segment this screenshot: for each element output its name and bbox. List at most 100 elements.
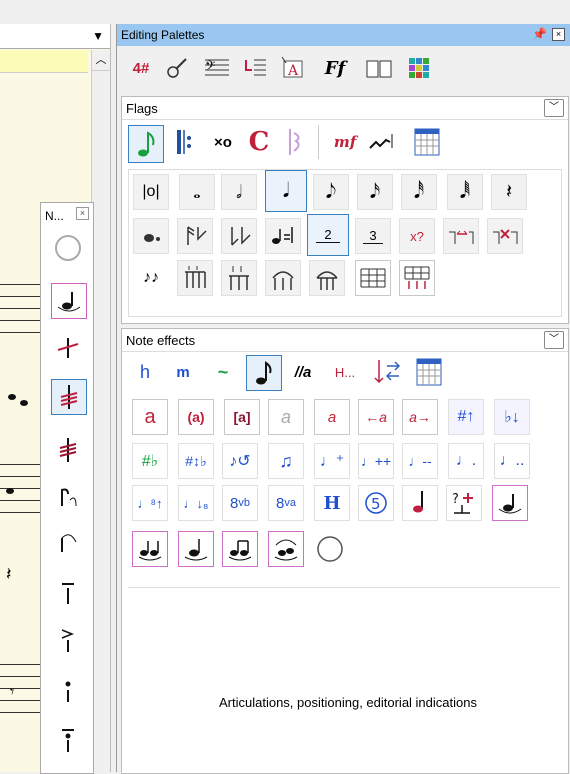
sharp-flat-button[interactable]: #♭ <box>132 443 168 479</box>
staccato-icon[interactable] <box>51 673 85 707</box>
arch-icon[interactable] <box>265 260 301 296</box>
mf-dynamic-icon[interactable]: mf <box>328 125 362 159</box>
table-red-icon[interactable] <box>399 260 435 296</box>
arch-multi-icon[interactable] <box>309 260 345 296</box>
chevron-down-icon[interactable]: ﹀ <box>544 331 564 349</box>
octave-down-button[interactable]: ♩↓₈ <box>178 485 214 521</box>
slash-a-icon[interactable]: //a <box>286 355 320 389</box>
lyrics-icon[interactable]: A <box>279 54 307 82</box>
articulation-right-arrow-a-button[interactable]: a→ <box>402 399 438 435</box>
beamed-pair-button[interactable]: ♫ <box>268 443 304 479</box>
dotted-note-icon[interactable] <box>133 218 169 254</box>
chevron-down-icon[interactable]: ▼ <box>92 29 104 43</box>
tremolo-icon[interactable] <box>51 379 87 415</box>
h-dots-icon[interactable]: H... <box>328 355 362 389</box>
whole-note-icon[interactable]: 𝅝 <box>179 174 215 210</box>
eye-note-2-button[interactable] <box>178 531 214 567</box>
question-plus-button[interactable]: ? <box>446 485 482 521</box>
thirty-second-note-icon[interactable]: 𝅘𝅥𝅰 <box>401 174 437 210</box>
finger-5-button[interactable]: 5 <box>358 485 394 521</box>
beam-split-icon[interactable] <box>177 260 213 296</box>
tremolo-red-icon[interactable] <box>51 433 85 467</box>
flags-note-button[interactable] <box>128 125 164 163</box>
mordent-icon[interactable]: m <box>166 355 200 389</box>
tuplet-x-icon[interactable] <box>487 218 523 254</box>
flag-up-icon[interactable] <box>177 218 213 254</box>
duplet-button[interactable]: 2 <box>307 214 349 256</box>
pin-icon[interactable]: 📌 <box>532 27 547 41</box>
octave-up-button[interactable]: ♩⁸↑ <box>132 485 168 521</box>
bass-clef-staff-icon[interactable]: 𝄢 <box>203 54 231 82</box>
note-arrow-curve-icon[interactable] <box>51 527 85 561</box>
articulation-paren-a-button[interactable]: (a) <box>178 399 214 435</box>
note-plus-plus-button[interactable]: ♩++ <box>358 443 394 479</box>
accent-icon[interactable] <box>51 623 85 657</box>
articulation-left-arrow-a-button[interactable]: ←a <box>358 399 394 435</box>
quarter-rest-icon[interactable]: 𝄽 <box>491 174 527 210</box>
triplet-button[interactable]: 3 <box>355 218 391 254</box>
grid-icon[interactable] <box>410 125 444 159</box>
close-icon[interactable]: × <box>76 207 89 220</box>
grid-colors-icon[interactable] <box>405 54 433 82</box>
sixteenth-note-icon[interactable]: 𝅘𝅥𝅯 <box>357 174 393 210</box>
compass-icon[interactable] <box>51 231 85 265</box>
sharp-updown-flat-button[interactable]: #↕♭ <box>178 443 214 479</box>
8vb-button[interactable]: 8 vb <box>222 485 258 521</box>
flag-down-icon[interactable] <box>221 218 257 254</box>
chevron-down-icon[interactable]: ﹀ <box>544 99 564 117</box>
quarter-note-icon[interactable]: 𝅘𝅥 <box>265 170 307 212</box>
cancel-tuplet-button[interactable]: x? <box>399 218 435 254</box>
red-note-button[interactable] <box>402 485 438 521</box>
articulation-a-button[interactable]: a <box>132 399 168 435</box>
repeat-note-button[interactable]: ♪↺ <box>222 443 258 479</box>
articulation-italic-a-button[interactable]: a <box>314 399 350 435</box>
common-time-icon[interactable]: C <box>242 125 276 159</box>
slur-icon[interactable] <box>366 125 400 159</box>
note-list-icon[interactable] <box>241 54 269 82</box>
sixty-fourth-note-icon[interactable]: 𝅘𝅥𝅱 <box>447 174 483 210</box>
beam-join-icon[interactable] <box>221 260 257 296</box>
book-icon[interactable] <box>365 54 393 82</box>
8va-button[interactable]: 8 va <box>268 485 304 521</box>
note-arrow-right-icon[interactable] <box>51 481 85 515</box>
harmonic-clef-icon[interactable] <box>278 125 312 159</box>
table-icon[interactable] <box>355 260 391 296</box>
eye-note-3-button[interactable] <box>222 531 258 567</box>
articulation-bracket-a-button[interactable]: [a] <box>224 399 260 435</box>
harmonic-h-icon[interactable]: h <box>128 355 162 389</box>
eye-note-icon[interactable] <box>51 283 87 319</box>
marcato-dot-icon[interactable] <box>51 723 85 757</box>
x-notehead-icon[interactable]: ×o <box>206 125 240 159</box>
beamed-eighths-icon[interactable]: ♪♪ <box>133 260 169 296</box>
flags-group: Flags ﹀ ×o C mf |o| 𝅝 𝅗𝅥 𝅘𝅥 𝅘𝅥𝅮 𝅘𝅥𝅯 𝅘𝅥𝅰 … <box>121 96 569 324</box>
eighth-note-icon[interactable]: 𝅘𝅥𝅮 <box>313 174 349 210</box>
trill-icon[interactable]: ~ <box>206 355 240 389</box>
half-note-icon[interactable]: 𝅗𝅥 <box>221 174 257 210</box>
tenuto-icon[interactable] <box>51 575 85 609</box>
sharp-up-button[interactable]: #↑ <box>448 399 484 435</box>
double-dotted-note-button[interactable]: ♩.. <box>494 443 530 479</box>
key-signature-icon[interactable]: 4# <box>127 54 155 82</box>
articulation-grey-a-button[interactable]: a <box>268 399 304 435</box>
arrows-icon[interactable] <box>370 355 404 389</box>
dotted-note-button[interactable]: ♩. <box>448 443 484 479</box>
eye-note-1-button[interactable] <box>132 531 168 567</box>
flat-down-button[interactable]: ♭↓ <box>494 399 530 435</box>
tuplet-arrow-icon[interactable] <box>443 218 479 254</box>
eye-note-4-button[interactable] <box>268 531 304 567</box>
chevron-up-icon[interactable]: ︿ <box>92 50 110 71</box>
compass-icon[interactable] <box>312 531 348 567</box>
double-whole-note-icon[interactable]: |o| <box>133 174 169 210</box>
equals-note-icon[interactable] <box>265 218 301 254</box>
grid-icon[interactable] <box>412 355 446 389</box>
stem-slash-red-icon[interactable] <box>51 331 85 365</box>
note-minus-minus-button[interactable]: ♩-- <box>402 443 438 479</box>
close-icon[interactable]: × <box>552 28 565 41</box>
eye-note-button[interactable] <box>492 485 528 521</box>
h-harmonic-button[interactable]: H <box>314 485 350 521</box>
repeat-barline-icon[interactable] <box>168 125 202 159</box>
accent-up-button[interactable]: ♩⁺ <box>314 443 350 479</box>
guitar-icon[interactable] <box>163 54 191 82</box>
dynamics-icon[interactable]: Ff <box>321 54 349 82</box>
note-effects-note-button[interactable] <box>246 355 282 391</box>
